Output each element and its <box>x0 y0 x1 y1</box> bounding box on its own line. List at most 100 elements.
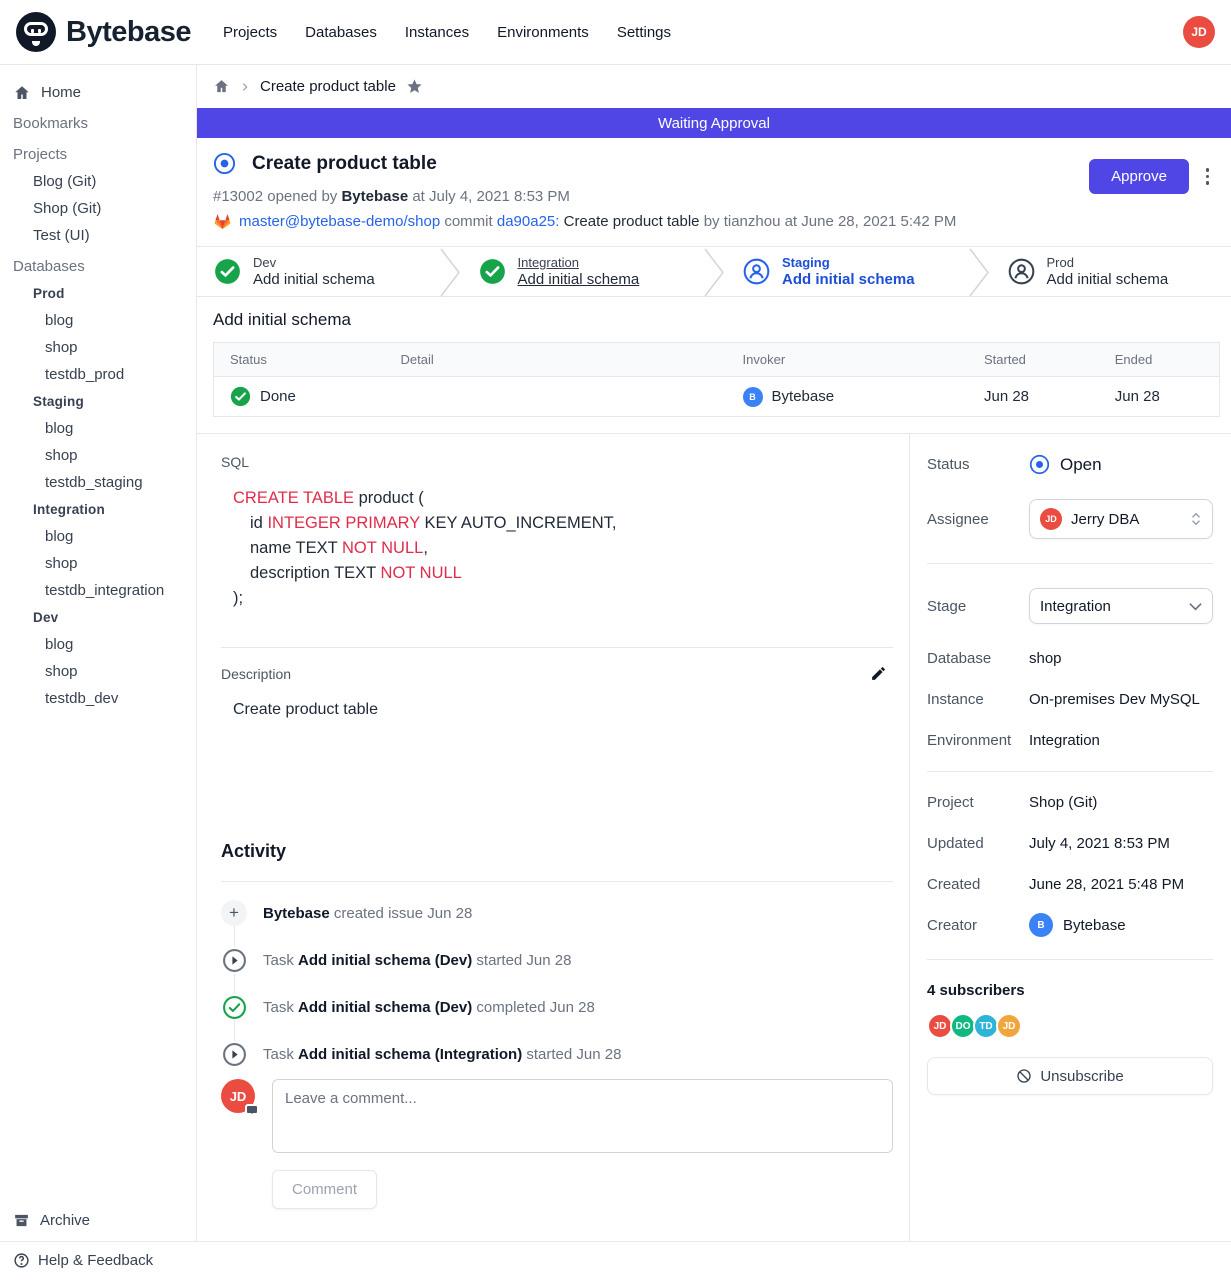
unsubscribe-button[interactable]: Unsubscribe <box>927 1057 1213 1095</box>
assignee-select[interactable]: JD Jerry DBA <box>1029 499 1213 539</box>
project-value[interactable]: Shop (Git) <box>1029 794 1097 811</box>
database-label: Database <box>927 650 1029 667</box>
bytebase-logo[interactable]: Bytebase <box>16 12 191 52</box>
project-label: Project <box>927 794 1029 811</box>
updated-value: July 4, 2021 8:53 PM <box>1029 835 1170 852</box>
task-started-icon <box>222 948 247 973</box>
table-row[interactable]: Done B Bytebase Jun 28 Jun 28 <box>214 377 1220 417</box>
list-item: Task Add initial schema (Integration) st… <box>221 1041 893 1067</box>
stage-integration[interactable]: Integration Add initial schema <box>462 247 703 296</box>
task-heading: Add initial schema <box>213 310 1220 330</box>
task-started-icon <box>222 1042 247 1067</box>
commit-hash-link[interactable]: da90a25: <box>497 213 560 230</box>
main-nav: Projects Databases Instances Environment… <box>223 24 671 41</box>
col-detail: Detail <box>385 343 727 377</box>
help-feedback-bar[interactable]: Help & Feedback <box>0 1241 1231 1279</box>
sidebar-db-prod-shop[interactable]: shop <box>13 334 196 361</box>
stage-dev[interactable]: Dev Add initial schema <box>197 247 438 296</box>
sidebar-db-prod-testdb[interactable]: testdb_prod <box>13 361 196 388</box>
stage-pending-approval-icon <box>743 258 770 285</box>
sidebar-db-integration-blog[interactable]: blog <box>13 523 196 550</box>
task-invoker: Bytebase <box>772 388 835 405</box>
star-icon[interactable] <box>406 78 423 95</box>
nav-settings[interactable]: Settings <box>617 24 671 41</box>
edit-pencil-icon[interactable] <box>870 665 887 682</box>
sidebar-project-blog[interactable]: Blog (Git) <box>13 168 196 195</box>
sidebar-section-projects: Projects <box>13 141 196 168</box>
issue-header: Create product table #13002 opened by By… <box>197 138 1231 246</box>
main-content: Create product table Waiting Approval Cr… <box>197 65 1231 1241</box>
list-item: Task Add initial schema (Dev) started Ju… <box>221 947 893 973</box>
comment-button[interactable]: Comment <box>272 1170 377 1209</box>
sidebar-db-prod-blog[interactable]: blog <box>13 307 196 334</box>
database-value[interactable]: shop <box>1029 650 1062 667</box>
more-options-icon[interactable] <box>1202 164 1214 189</box>
sidebar-env-integration: Integration <box>13 496 196 523</box>
sidebar-db-dev-shop[interactable]: shop <box>13 658 196 685</box>
sidebar-db-integration-testdb[interactable]: testdb_integration <box>13 577 196 604</box>
sidebar-env-dev: Dev <box>13 604 196 631</box>
bytebase-logo-icon <box>16 12 56 52</box>
task-completed-icon <box>222 995 247 1020</box>
help-icon <box>13 1252 30 1269</box>
comment-input[interactable] <box>272 1079 893 1153</box>
nav-databases[interactable]: Databases <box>305 24 377 41</box>
issue-title: Create product table <box>252 153 437 175</box>
home-icon[interactable] <box>213 78 230 95</box>
sidebar-env-staging: Staging <box>13 388 196 415</box>
col-started: Started <box>968 343 1099 377</box>
breadcrumb: Create product table <box>197 65 1231 108</box>
approve-button[interactable]: Approve <box>1089 159 1189 194</box>
done-icon <box>230 386 251 407</box>
pipeline: Dev Add initial schema Integration Add i… <box>197 246 1231 297</box>
sidebar-db-staging-shop[interactable]: shop <box>13 442 196 469</box>
sidebar-db-integration-shop[interactable]: shop <box>13 550 196 577</box>
creator-value: Bytebase <box>1063 917 1126 934</box>
sidebar-db-dev-testdb[interactable]: testdb_dev <box>13 685 196 712</box>
task-section: Add initial schema Status Detail Invoker… <box>197 297 1231 433</box>
sidebar-db-staging-blog[interactable]: blog <box>13 415 196 442</box>
status-open-icon <box>1029 454 1050 475</box>
nav-projects[interactable]: Projects <box>223 24 277 41</box>
sidebar-project-shop[interactable]: Shop (Git) <box>13 195 196 222</box>
sidebar-db-dev-blog[interactable]: blog <box>13 631 196 658</box>
help-feedback-label: Help & Feedback <box>38 1252 153 1269</box>
creator-avatar: B <box>1029 913 1053 937</box>
sidebar-env-prod: Prod <box>13 280 196 307</box>
stage-label: Stage <box>927 598 1029 615</box>
instance-value[interactable]: On-premises Dev MySQL <box>1029 691 1200 708</box>
approval-banner: Waiting Approval <box>197 108 1231 138</box>
stage-staging[interactable]: Staging Add initial schema <box>726 247 967 296</box>
assignee-label: Assignee <box>927 511 1029 528</box>
description-label: Description <box>221 666 291 682</box>
nav-environments[interactable]: Environments <box>497 24 589 41</box>
created-label: Created <box>927 876 1029 893</box>
comment-composer: JD <box>221 1079 893 1153</box>
sql-code-block: CREATE TABLE product ( id INTEGER PRIMAR… <box>221 486 893 611</box>
status-label: Status <box>927 456 1029 473</box>
sidebar-db-staging-testdb[interactable]: testdb_staging <box>13 469 196 496</box>
stage-prod[interactable]: Prod Add initial schema <box>991 247 1231 296</box>
activity-list: + Bytebase created issue Jun 28 Task Add… <box>221 900 893 1067</box>
environment-value[interactable]: Integration <box>1029 732 1100 749</box>
user-avatar[interactable]: JD <box>1183 16 1215 48</box>
sidebar-item-home[interactable]: Home <box>13 79 196 106</box>
ban-icon <box>1016 1068 1032 1084</box>
status-value: Open <box>1060 455 1102 475</box>
issue-author: Bytebase <box>341 188 408 205</box>
archive-icon <box>13 1212 30 1229</box>
chevron-down-icon <box>1189 602 1202 611</box>
stage-separator <box>438 247 462 298</box>
chevron-up-down-icon <box>1190 512 1202 526</box>
commit-line: master@bytebase-demo/shop commit da90a25… <box>213 212 1215 230</box>
commit-branch-link[interactable]: master@bytebase-demo/shop <box>239 213 440 230</box>
stage-select[interactable]: Integration <box>1029 588 1213 624</box>
plus-icon: + <box>221 900 247 926</box>
sidebar: Home Bookmarks Projects Blog (Git) Shop … <box>0 65 197 1241</box>
task-ended: Jun 28 <box>1099 377 1220 417</box>
task-table: Status Detail Invoker Started Ended <box>213 342 1220 417</box>
sidebar-project-test[interactable]: Test (UI) <box>13 222 196 249</box>
col-status: Status <box>214 343 385 377</box>
sidebar-item-archive[interactable]: Archive <box>13 1212 90 1229</box>
nav-instances[interactable]: Instances <box>405 24 469 41</box>
